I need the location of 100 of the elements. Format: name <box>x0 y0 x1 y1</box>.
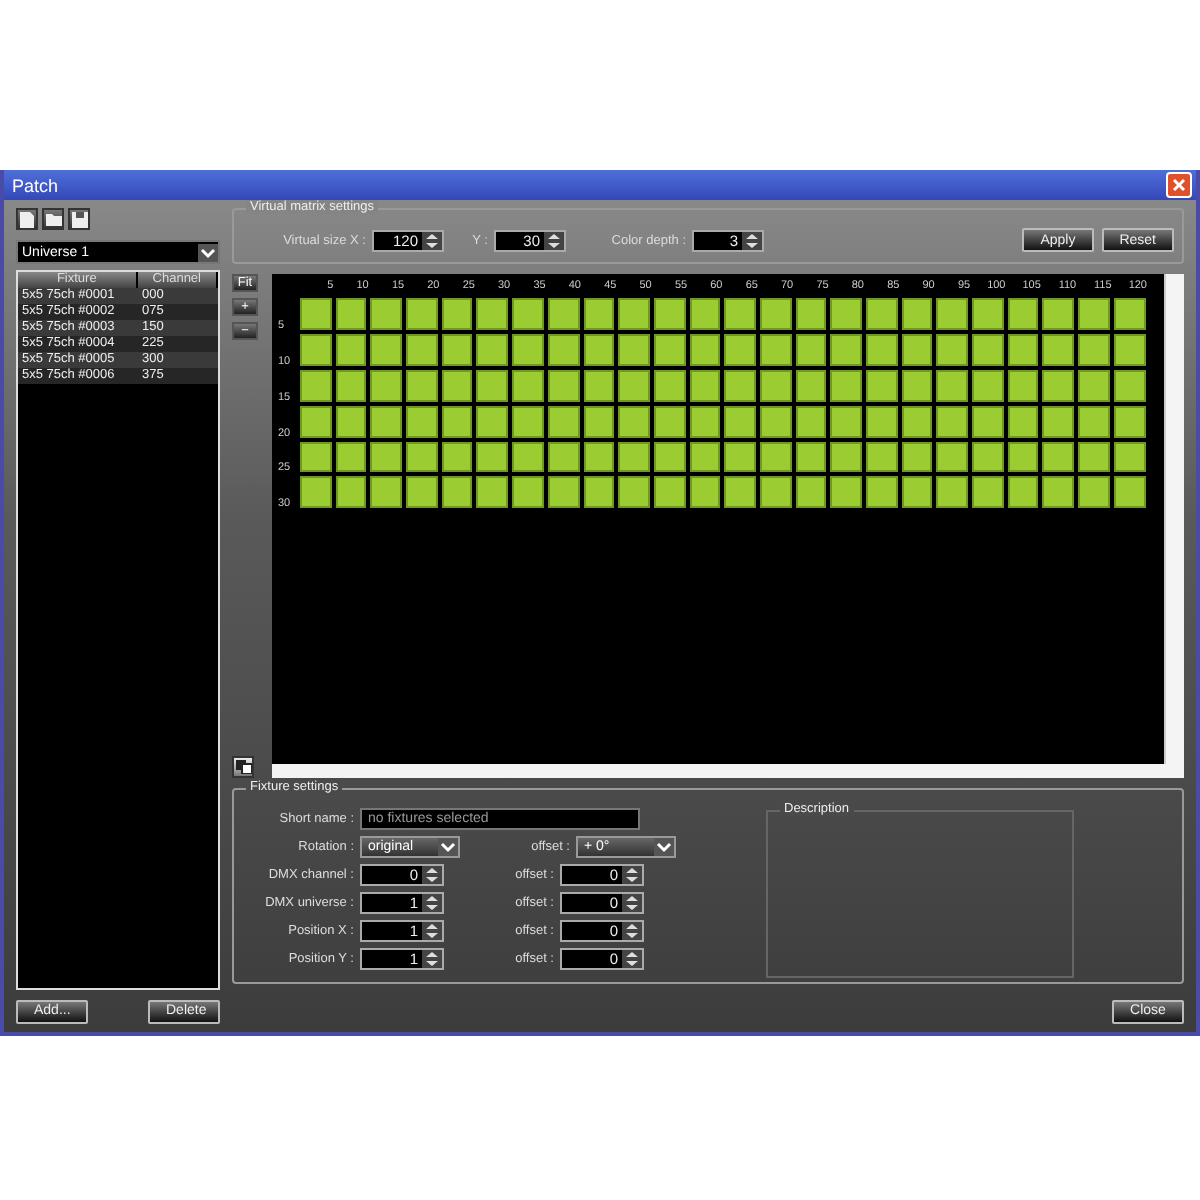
matrix-cell <box>1113 333 1145 366</box>
matrix-cell <box>1078 405 1110 438</box>
matrix-cell <box>795 476 827 509</box>
matrix-cell <box>300 441 332 473</box>
save-button[interactable] <box>68 208 90 230</box>
open-button[interactable] <box>42 208 64 230</box>
matrix-cell <box>830 441 862 473</box>
matrix-cell <box>689 405 721 438</box>
matrix-cell <box>901 298 933 330</box>
matrix-cell <box>972 405 1004 438</box>
matrix-cell <box>335 369 367 402</box>
matrix-cell <box>618 476 650 509</box>
caret-icon[interactable] <box>198 243 218 261</box>
matrix-cell <box>335 405 367 438</box>
matrix-cell <box>300 333 332 366</box>
matrix-cell <box>724 298 756 330</box>
close-button[interactable] <box>1166 172 1192 198</box>
matrix-cell <box>547 369 579 402</box>
matrix-cell <box>512 298 544 330</box>
matrix-cell <box>335 298 367 330</box>
matrix-cell <box>300 298 332 330</box>
matrix-cell <box>370 405 403 438</box>
vertical-scrollbar[interactable] <box>1164 274 1184 764</box>
spinner-icon[interactable] <box>422 894 442 912</box>
matrix-cell <box>1042 369 1075 402</box>
new-file-button[interactable] <box>16 208 38 230</box>
spinner-icon[interactable] <box>622 950 642 968</box>
matrix-cell <box>583 441 615 473</box>
matrix-cell <box>972 333 1004 366</box>
matrix-cell <box>1042 298 1075 330</box>
matrix-cell <box>476 369 509 402</box>
matrix-cell <box>618 441 650 473</box>
matrix-cell <box>476 441 509 473</box>
matrix-cell <box>406 369 438 402</box>
matrix-cell <box>406 441 438 473</box>
window-title: Patch <box>12 175 59 195</box>
matrix-cell <box>370 298 403 330</box>
matrix-cell <box>370 369 403 402</box>
matrix-cell <box>689 441 721 473</box>
matrix-cell <box>759 369 792 402</box>
matrix-cell <box>300 476 332 509</box>
spinner-icon[interactable] <box>622 866 642 884</box>
floppy-icon <box>71 211 87 227</box>
copy-icon <box>235 760 251 774</box>
matrix-cell <box>972 369 1004 402</box>
matrix-cell <box>866 369 898 402</box>
matrix-cell <box>583 298 615 330</box>
matrix-cell <box>441 298 473 330</box>
matrix-cell <box>618 333 650 366</box>
spinner-icon[interactable] <box>622 894 642 912</box>
matrix-cell <box>689 369 721 402</box>
caret-icon[interactable] <box>438 838 458 856</box>
matrix-cell <box>1113 369 1145 402</box>
matrix-cell <box>936 476 969 509</box>
matrix-cell <box>370 333 403 366</box>
matrix-cell <box>653 441 686 473</box>
matrix-cell <box>901 405 933 438</box>
matrix-cell <box>547 333 579 366</box>
horizontal-scrollbar[interactable] <box>272 764 1184 778</box>
spinner-icon[interactable] <box>422 866 442 884</box>
matrix-cell <box>1113 298 1145 330</box>
matrix-cell <box>618 298 650 330</box>
matrix-cell <box>1007 441 1039 473</box>
spinner-icon[interactable] <box>422 950 442 968</box>
spinner-icon[interactable] <box>742 231 762 249</box>
spinner-icon[interactable] <box>422 922 442 940</box>
matrix-cell <box>1042 405 1075 438</box>
matrix-cell <box>972 476 1004 509</box>
matrix-cell <box>370 476 403 509</box>
matrix-cell <box>335 476 367 509</box>
matrix-cell <box>653 298 686 330</box>
matrix-cell <box>936 298 969 330</box>
close-icon <box>1172 178 1186 192</box>
matrix-cell <box>476 405 509 438</box>
matrix-cell <box>830 405 862 438</box>
matrix-cell <box>547 405 579 438</box>
matrix-cell <box>866 441 898 473</box>
matrix-cell <box>901 476 933 509</box>
matrix-cell <box>689 333 721 366</box>
caret-icon[interactable] <box>654 838 674 856</box>
spinner-icon[interactable] <box>544 231 564 249</box>
spinner-icon[interactable] <box>422 231 442 249</box>
matrix-cell <box>724 441 756 473</box>
matrix-cell <box>724 369 756 402</box>
matrix-cell <box>583 476 615 509</box>
matrix-cell <box>1078 441 1110 473</box>
copy-button[interactable] <box>232 756 254 778</box>
matrix-cell <box>795 441 827 473</box>
spinner-icon[interactable] <box>622 922 642 940</box>
matrix-cell <box>441 476 473 509</box>
matrix-cell <box>406 405 438 438</box>
matrix-cell <box>547 298 579 330</box>
matrix-cell <box>795 405 827 438</box>
matrix-cell <box>653 369 686 402</box>
matrix-cell <box>1007 333 1039 366</box>
matrix-cell <box>795 298 827 330</box>
matrix-cell <box>583 405 615 438</box>
matrix-cell <box>759 405 792 438</box>
matrix-cell <box>1042 476 1075 509</box>
matrix-cell <box>476 298 509 330</box>
